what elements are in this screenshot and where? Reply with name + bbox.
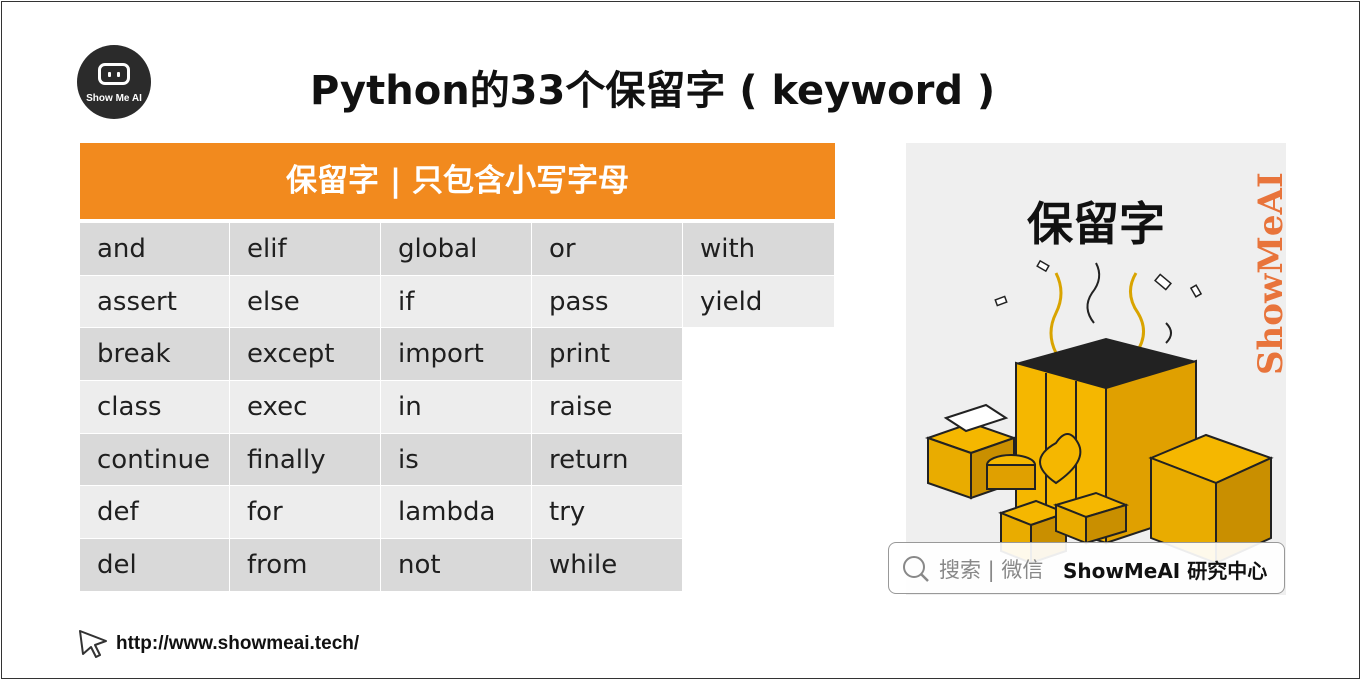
- keyword-cell: def: [80, 486, 230, 540]
- keyword-cell: except: [230, 328, 381, 382]
- keyword-cell: from: [230, 539, 381, 592]
- keyword-cell: yield: [683, 275, 835, 329]
- keyword-cell: is: [381, 433, 532, 487]
- search-brand: ShowMeAI 研究中心: [1063, 559, 1268, 583]
- keyword-cell: and: [80, 223, 230, 276]
- keyword-table-header: 保留字 | 只包含小写字母: [80, 143, 835, 223]
- footer: http://www.showmeai.tech/: [76, 627, 359, 661]
- keyword-cell: raise: [532, 381, 683, 434]
- page-title: Python的33个保留字 ( keyword ): [310, 68, 996, 114]
- keyword-cell: if: [381, 275, 532, 329]
- table-cell-empty: [683, 328, 835, 382]
- keyword-cell: or: [532, 223, 683, 276]
- gift-boxes-illustration: [924, 259, 1274, 565]
- search-prompt: 搜索 | 微信: [939, 558, 1044, 582]
- cursor-icon: [79, 630, 107, 658]
- keyword-cell: in: [381, 381, 532, 434]
- table-cell-empty: [683, 539, 835, 592]
- illustration-panel: 保留字 ShowMeAI: [906, 143, 1286, 595]
- table-cell-empty: [683, 433, 835, 487]
- keyword-cell: finally: [230, 433, 381, 487]
- keyword-cell: import: [381, 328, 532, 382]
- keyword-cell: not: [381, 539, 532, 592]
- keyword-cell: while: [532, 539, 683, 592]
- logo-text: Show Me AI: [86, 93, 142, 104]
- keyword-cell: lambda: [381, 486, 532, 540]
- keyword-cell: break: [80, 328, 230, 382]
- keyword-cell: global: [381, 223, 532, 276]
- keyword-cell: pass: [532, 275, 683, 329]
- robot-face-icon: [98, 63, 130, 85]
- keyword-cell: try: [532, 486, 683, 540]
- keyword-cell: del: [80, 539, 230, 592]
- keyword-cell: continue: [80, 433, 230, 487]
- keyword-cell: return: [532, 433, 683, 487]
- website-link[interactable]: http://www.showmeai.tech/: [116, 633, 359, 655]
- keyword-cell: class: [80, 381, 230, 434]
- keyword-cell: exec: [230, 381, 381, 434]
- keyword-cell: with: [683, 223, 835, 276]
- keyword-cell: else: [230, 275, 381, 329]
- showmeai-logo: Show Me AI: [77, 45, 151, 119]
- keyword-cell: elif: [230, 223, 381, 276]
- keyword-cell: for: [230, 486, 381, 540]
- table-cell-empty: [683, 381, 835, 434]
- table-cell-empty: [683, 486, 835, 540]
- wechat-search-bar: 搜索 | 微信 ShowMeAI 研究中心: [888, 542, 1285, 594]
- keyword-grid: and elif global or with assert else if pass yield…: [80, 223, 835, 592]
- search-icon: [903, 556, 929, 582]
- keyword-cell: assert: [80, 275, 230, 329]
- table-header: 保留字 | 只包含小写字母: [80, 143, 835, 223]
- keyword-cell: print: [532, 328, 683, 382]
